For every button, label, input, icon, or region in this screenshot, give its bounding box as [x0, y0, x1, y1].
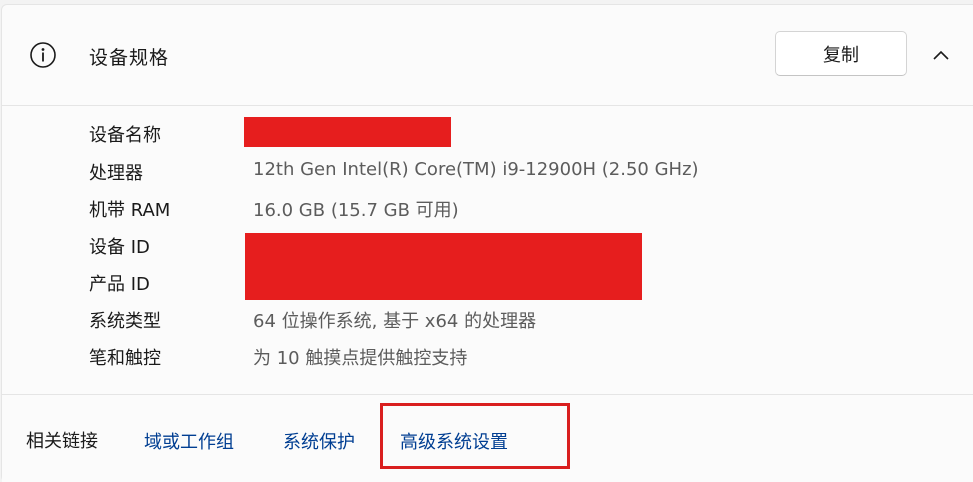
related-links-bar: 相关链接 域或工作组 系统保护 高级系统设置: [2, 394, 973, 482]
spec-label: 系统类型: [89, 311, 161, 332]
spec-row-system-type: 系统类型 64 位操作系统, 基于 x64 的处理器: [2, 303, 973, 337]
spec-value: 64 位操作系统, 基于 x64 的处理器: [253, 311, 537, 332]
spec-row-processor: 处理器 12th Gen Intel(R) Core(TM) i9-12900H…: [2, 155, 973, 189]
spec-row-device-name: 设备名称: [2, 117, 973, 151]
spec-label: 设备 ID: [89, 237, 150, 258]
device-specs-card: 设备规格 复制 设备名称 处理器 12th Gen Intel(R) Core(…: [1, 4, 973, 482]
spec-value: 12th Gen Intel(R) Core(TM) i9-12900H (2.…: [253, 159, 699, 180]
link-domain-workgroup[interactable]: 域或工作组: [144, 428, 234, 454]
redacted-value: [244, 117, 451, 147]
link-system-protection[interactable]: 系统保护: [283, 428, 355, 454]
spec-label: 笔和触控: [89, 348, 161, 369]
spec-value: 为 10 触摸点提供触控支持: [253, 348, 468, 369]
section-title: 设备规格: [89, 47, 170, 69]
spec-value: 16.0 GB (15.7 GB 可用): [253, 200, 459, 221]
spec-row-pen-touch: 笔和触控 为 10 触摸点提供触控支持: [2, 340, 973, 374]
spec-label: 产品 ID: [89, 274, 150, 295]
chevron-up-icon[interactable]: [932, 48, 950, 62]
device-specs-header[interactable]: 设备规格 复制: [2, 5, 973, 106]
highlight-box: [380, 403, 570, 469]
spec-row-ram: 机带 RAM 16.0 GB (15.7 GB 可用): [2, 192, 973, 226]
spec-label: 处理器: [89, 163, 143, 184]
redacted-value: [245, 233, 642, 300]
spec-label: 设备名称: [89, 125, 161, 146]
spec-label: 机带 RAM: [89, 200, 171, 221]
related-links-label: 相关链接: [26, 431, 98, 452]
copy-button[interactable]: 复制: [775, 31, 907, 76]
info-icon: [30, 42, 56, 68]
